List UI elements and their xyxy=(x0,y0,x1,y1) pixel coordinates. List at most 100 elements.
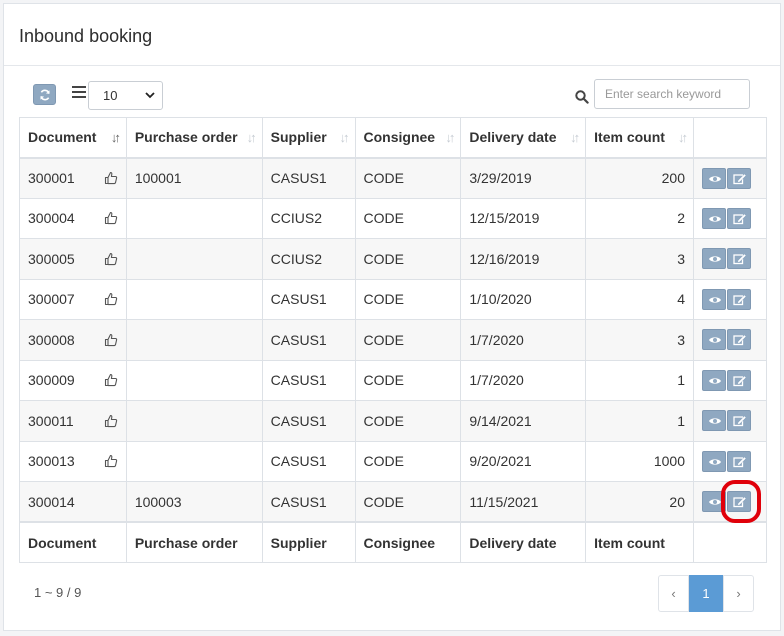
view-button[interactable] xyxy=(702,167,726,189)
column-header-supplier[interactable]: Supplier ↓↑ xyxy=(261,117,356,159)
cell-consignee: CODE xyxy=(354,157,462,199)
document-value: 300008 xyxy=(28,331,75,348)
view-button[interactable] xyxy=(702,329,726,351)
cell-actions xyxy=(693,238,767,280)
footer-document: Document xyxy=(19,521,127,563)
eye-icon xyxy=(709,499,721,505)
cell-actions xyxy=(693,359,767,401)
table-row[interactable]: 300005 CCIUS2 CODE 12/16/2019 3 xyxy=(19,238,767,280)
cell-purchase-order xyxy=(125,400,263,442)
cell-purchase-order xyxy=(125,278,263,320)
cell-consignee: CODE xyxy=(354,359,462,401)
view-button[interactable] xyxy=(702,491,726,512)
page-size-select[interactable]: 10 xyxy=(88,81,163,110)
cell-actions xyxy=(693,197,767,239)
search-input[interactable] xyxy=(594,79,750,109)
table-row[interactable]: 300001 100001 CASUS1 CODE 3/29/2019 200 xyxy=(19,157,767,199)
thumbs-up-icon[interactable] xyxy=(104,171,118,185)
eye-icon xyxy=(709,337,721,343)
edit-icon xyxy=(733,375,747,386)
thumbs-up-icon[interactable] xyxy=(104,252,118,266)
cell-delivery-date: 11/15/2021 xyxy=(460,481,587,523)
cell-consignee: CODE xyxy=(354,440,462,482)
view-button[interactable] xyxy=(702,369,726,391)
column-header-document[interactable]: Document ↓↑ xyxy=(19,117,127,159)
thumbs-up-icon[interactable] xyxy=(104,454,118,468)
sort-icon: ↓↑ xyxy=(678,130,688,145)
thumbs-up-icon[interactable] xyxy=(104,292,118,306)
edit-button[interactable] xyxy=(727,248,751,270)
cell-document: 300011 xyxy=(19,400,127,442)
next-page-button[interactable]: › xyxy=(723,575,754,612)
thumbs-up-icon[interactable] xyxy=(104,414,118,428)
document-value: 300004 xyxy=(28,210,75,227)
edit-button[interactable] xyxy=(727,369,751,391)
edit-button[interactable] xyxy=(727,329,751,351)
thumbs-up-icon[interactable] xyxy=(104,211,118,225)
table-row[interactable]: 300013 CASUS1 CODE 9/20/2021 1000 xyxy=(19,440,767,482)
column-header-delivery-date[interactable]: Delivery date ↓↑ xyxy=(460,117,587,159)
cell-item-count: 2 xyxy=(585,197,694,239)
table-row[interactable]: 300011 CASUS1 CODE 9/14/2021 1 xyxy=(19,400,767,442)
search-icon xyxy=(575,90,589,104)
edit-button[interactable] xyxy=(727,450,751,472)
column-header-label: Item count xyxy=(594,129,665,146)
thumbs-up-icon[interactable] xyxy=(104,333,118,347)
column-header-consignee[interactable]: Consignee ↓↑ xyxy=(354,117,462,159)
column-header-label: Delivery date xyxy=(469,129,557,146)
footer-delivery-date: Delivery date xyxy=(460,521,587,563)
cell-document: 300013 xyxy=(19,440,127,482)
footer-consignee: Consignee xyxy=(354,521,462,563)
edit-button[interactable] xyxy=(727,167,751,189)
table-row[interactable]: 300008 CASUS1 CODE 1/7/2020 3 xyxy=(19,319,767,361)
view-button[interactable] xyxy=(702,410,726,432)
table-row[interactable]: 300009 CASUS1 CODE 1/7/2020 1 xyxy=(19,359,767,401)
document-value: 300007 xyxy=(28,291,75,308)
cell-actions xyxy=(693,481,767,523)
prev-page-button[interactable]: ‹ xyxy=(658,575,689,612)
cell-supplier: CASUS1 xyxy=(261,481,356,523)
eye-icon xyxy=(709,297,721,303)
cell-document: 300005 xyxy=(19,238,127,280)
sort-icon: ↓↑ xyxy=(339,130,350,145)
document-value: 300009 xyxy=(28,372,75,389)
cell-delivery-date: 9/20/2021 xyxy=(460,440,587,482)
view-button[interactable] xyxy=(702,207,726,229)
page-1-button[interactable]: 1 xyxy=(689,575,723,612)
cell-supplier: CASUS1 xyxy=(261,278,356,320)
cell-delivery-date: 1/10/2020 xyxy=(460,278,587,320)
eye-icon xyxy=(709,459,721,465)
column-header-item-count[interactable]: Item count ↓↑ xyxy=(585,117,694,159)
cell-purchase-order xyxy=(125,440,263,482)
column-header-actions xyxy=(693,117,767,159)
column-header-purchase-order[interactable]: Purchase order ↓↑ xyxy=(125,117,263,159)
thumbs-up-icon[interactable] xyxy=(104,373,118,387)
cell-item-count: 1 xyxy=(585,400,694,442)
view-button[interactable] xyxy=(702,450,726,472)
edit-button[interactable] xyxy=(727,288,751,310)
cell-actions xyxy=(693,157,767,199)
document-value: 300013 xyxy=(28,453,75,470)
refresh-button[interactable] xyxy=(33,84,56,105)
cell-supplier: CASUS1 xyxy=(261,440,356,482)
cell-supplier: CASUS1 xyxy=(261,400,356,442)
view-button[interactable] xyxy=(702,248,726,270)
table-row[interactable]: 300004 CCIUS2 CODE 12/15/2019 2 xyxy=(19,197,767,239)
edit-button[interactable] xyxy=(727,207,751,229)
sort-asc-icon: ↓↑ xyxy=(110,130,121,145)
cell-actions xyxy=(693,440,767,482)
cell-actions xyxy=(693,319,767,361)
view-button[interactable] xyxy=(702,288,726,310)
table-row[interactable]: 300014 100003 CASUS1 CODE 11/15/2021 20 xyxy=(19,481,767,523)
table-body: 300001 100001 CASUS1 CODE 3/29/2019 200 300004… xyxy=(19,157,767,523)
footer-supplier: Supplier xyxy=(261,521,356,563)
cell-delivery-date: 9/14/2021 xyxy=(460,400,587,442)
edit-icon xyxy=(733,294,747,305)
toolbar: 10 xyxy=(4,66,780,118)
edit-button[interactable] xyxy=(727,491,751,512)
edit-button[interactable] xyxy=(727,410,751,432)
cell-item-count: 20 xyxy=(585,481,694,523)
bookings-table: Document ↓↑ Purchase order ↓↑ Supplier ↓↑ C… xyxy=(19,117,767,563)
cell-document: 300001 xyxy=(19,157,127,199)
table-row[interactable]: 300007 CASUS1 CODE 1/10/2020 4 xyxy=(19,278,767,320)
